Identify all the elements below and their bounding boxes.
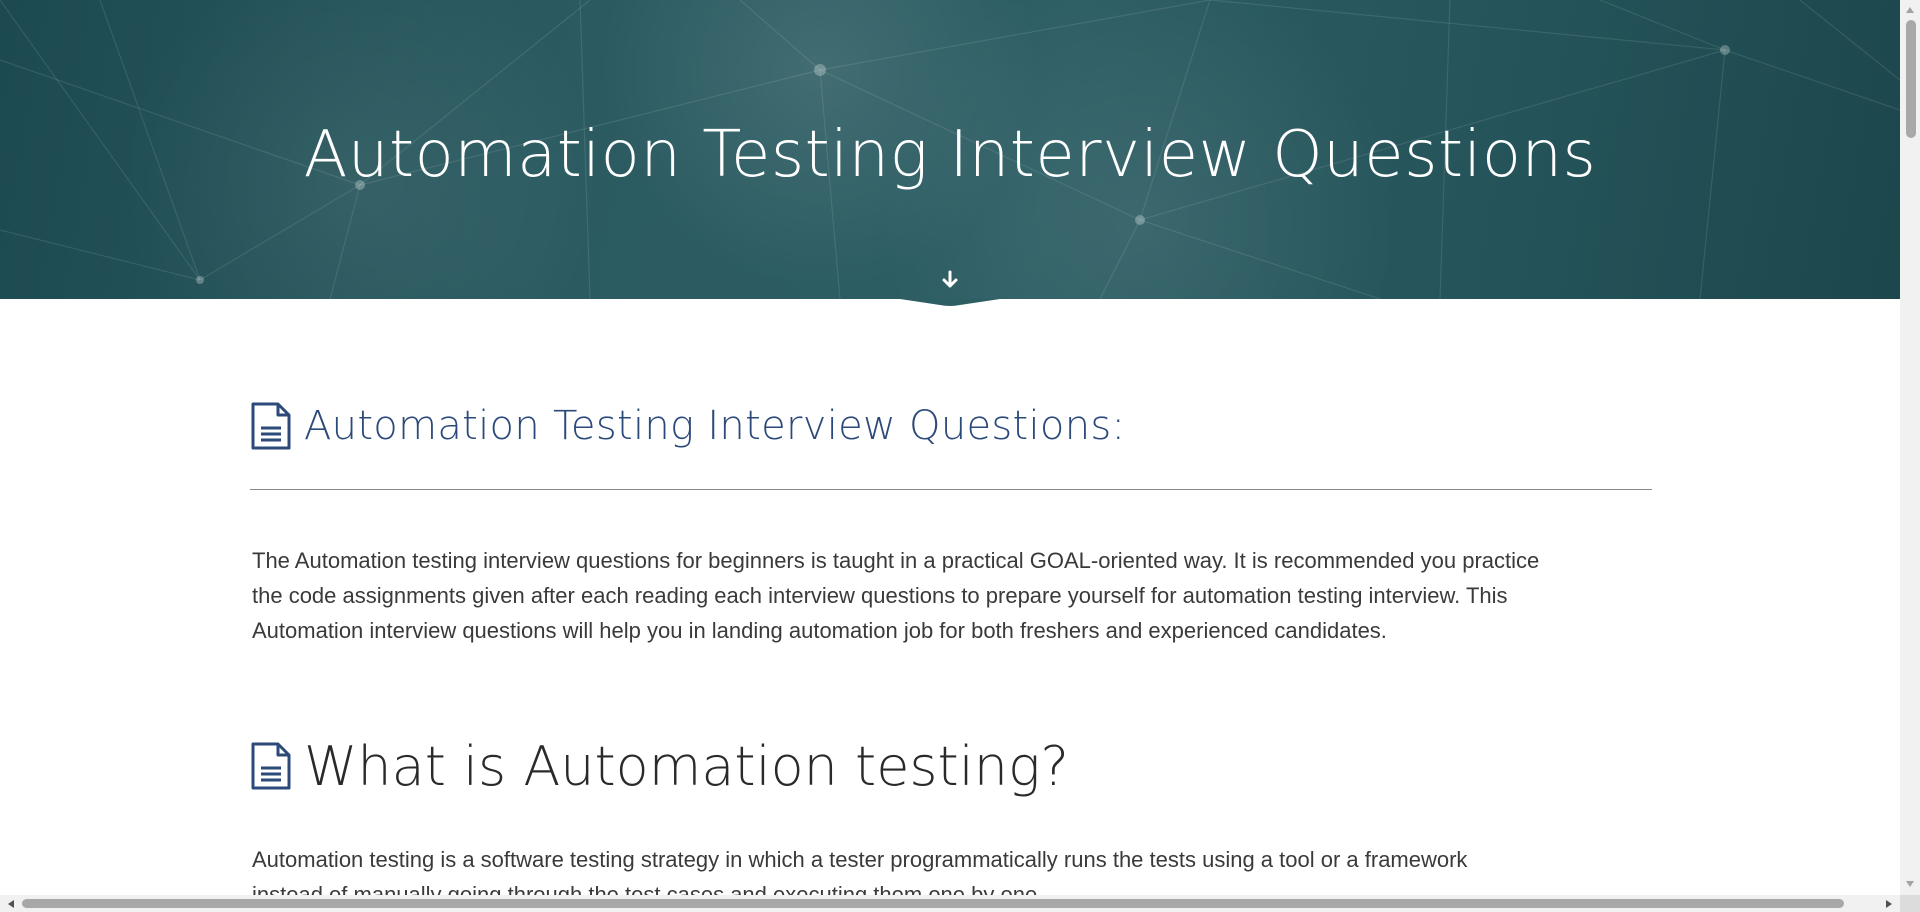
scroll-down-icon[interactable] — [1903, 877, 1917, 891]
what-heading-row: What is Automation testing? — [250, 730, 1069, 802]
document-icon — [251, 742, 291, 790]
horizontal-scroll-thumb[interactable] — [22, 899, 1844, 908]
what-paragraph-line: Automation testing is a software testing… — [252, 847, 1468, 872]
hero-banner: Automation Testing Interview Questions — [0, 0, 1900, 299]
page-title: Automation Testing Interview Questions — [303, 118, 1597, 192]
intro-paragraph: The Automation testing interview questio… — [252, 543, 1662, 648]
vertical-scroll-thumb[interactable] — [1906, 20, 1916, 138]
hero-notch — [900, 299, 1000, 306]
intro-paragraph-line: The Automation testing interview questio… — [252, 548, 1540, 573]
what-heading: What is Automation testing? — [304, 734, 1070, 798]
section-divider — [250, 489, 1652, 490]
document-icon — [251, 402, 291, 450]
intro-heading-row: Automation Testing Interview Questions: — [250, 390, 1652, 462]
scroll-right-icon[interactable] — [1882, 897, 1896, 911]
scroll-up-icon[interactable] — [1903, 3, 1917, 17]
intro-section: Automation Testing Interview Questions: — [250, 390, 1652, 462]
intro-paragraph-line: Automation interview questions will help… — [252, 618, 1387, 643]
arrow-down-icon[interactable] — [938, 268, 962, 292]
intro-heading: Automation Testing Interview Questions: — [304, 403, 1126, 449]
intro-paragraph-line: the code assignments given after each re… — [252, 583, 1508, 608]
scroll-left-icon[interactable] — [4, 897, 18, 911]
scrollbar-corner — [1900, 895, 1920, 912]
